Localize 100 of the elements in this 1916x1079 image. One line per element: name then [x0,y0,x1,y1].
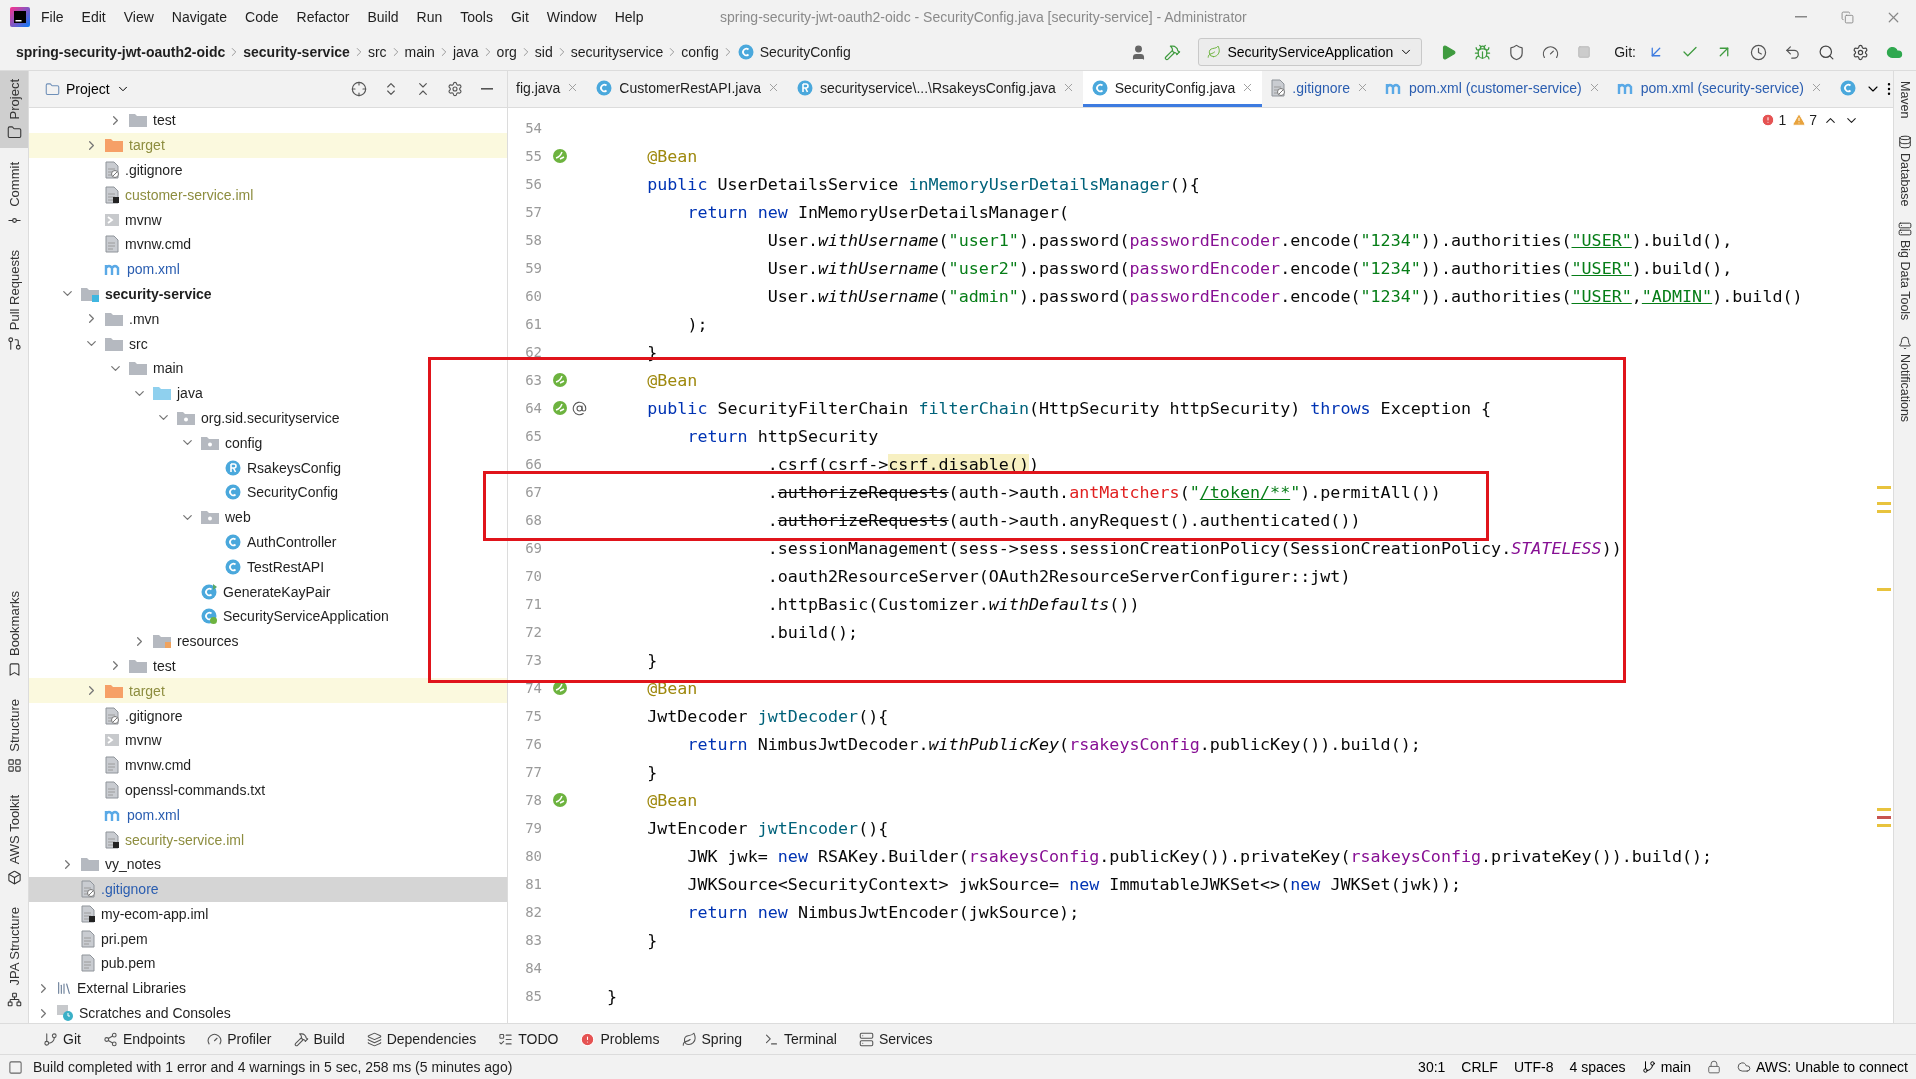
bean-icon[interactable] [552,400,568,416]
warning-marker[interactable] [1877,486,1891,489]
error-marker[interactable] [1877,816,1891,819]
tree-item[interactable]: mvnw.cmd [29,752,507,778]
editor-tab[interactable]: SecurityConfig.java [1082,71,1263,107]
tool-window-button[interactable]: Git [34,1031,90,1047]
tool-window-button[interactable]: Maven [1894,77,1916,123]
tool-window-button[interactable]: Problems [571,1031,669,1047]
status-item[interactable]: main [1641,1059,1691,1075]
tree-item[interactable]: .gitignore [29,876,507,902]
menu-item[interactable]: Refactor [289,5,357,29]
warning-marker[interactable] [1877,824,1891,827]
status-item[interactable]: UTF-8 [1513,1059,1554,1075]
breadcrumb-item[interactable]: src [365,42,389,62]
menu-item[interactable]: File [34,5,71,29]
tree-item[interactable]: .mvn [29,306,507,332]
breadcrumb-item[interactable]: security-service [241,42,352,62]
tree-item[interactable]: GenerateKayPair [29,579,507,604]
status-item[interactable]: CRLF [1461,1059,1498,1075]
tree-item[interactable]: test [29,653,507,679]
tool-window-button[interactable]: Profiler [198,1031,281,1047]
warning-marker[interactable] [1877,502,1891,505]
warning-count[interactable]: 7 [1792,112,1817,128]
breadcrumb-item[interactable]: spring-security-jwt-oauth2-oidc [14,42,228,62]
tree-item[interactable]: openssl-commands.txt [29,777,507,803]
bean-icon[interactable] [552,372,568,388]
tool-window-button[interactable]: Services [849,1031,942,1047]
tool-window-button[interactable]: Bookmarks [0,583,28,686]
tree-item[interactable]: pub.pem [29,951,507,976]
tool-window-button[interactable]: Commit [0,154,28,237]
tree-item[interactable]: Scratches and Consoles [29,1000,507,1023]
tree-item[interactable]: mvnw.cmd [29,232,507,257]
tree-item[interactable]: mvnw [29,207,507,232]
tool-window-button[interactable]: Notifications [1894,332,1916,427]
breadcrumb-item[interactable]: org [494,42,519,62]
tree-item[interactable]: pom.xml [29,256,507,282]
tool-window-button[interactable]: Project [0,71,28,149]
tool-window-button[interactable]: Endpoints [93,1031,195,1047]
project-view-dropdown[interactable]: Project [41,81,134,97]
tool-window-button[interactable]: Dependencies [357,1031,486,1047]
editor-tab[interactable]: securityservice\...\RsakeysConfig.java [787,71,1083,107]
menu-item[interactable]: Code [238,5,286,29]
tree-item[interactable]: pom.xml [29,802,507,828]
tool-window-button[interactable]: Big Data Tools [1894,218,1916,325]
tree-item[interactable]: pri.pem [29,926,507,952]
tree-item[interactable]: security-service [29,281,507,307]
error-count[interactable]: 1 [1761,112,1787,128]
breadcrumb-item[interactable]: securityservice [568,42,666,62]
tree-item[interactable]: .gitignore [29,157,507,183]
editor-tab[interactable]: .gitignore [1262,71,1377,107]
warning-marker[interactable] [1877,510,1891,513]
tree-item[interactable]: External Libraries [29,975,507,1001]
tree-item[interactable]: web [29,504,507,530]
menu-item[interactable]: Build [360,5,406,29]
tool-window-button[interactable]: JPA Structure [0,899,28,1015]
menu-item[interactable]: View [116,5,161,29]
tool-window-button[interactable]: Pull Requests [0,242,28,360]
tool-window-button[interactable]: Database [1894,130,1916,211]
breadcrumb-item[interactable]: main [402,42,437,62]
tree-item[interactable]: src [29,331,507,356]
breadcrumb-item[interactable]: java [450,42,481,62]
tool-window-button[interactable]: AWS Toolkit [0,787,28,894]
tree-item[interactable]: vy_notes [29,851,507,877]
editor-tab[interactable]: pom.xml (security-service) [1608,71,1831,107]
tree-item[interactable]: .gitignore [29,703,507,728]
tree-item[interactable]: resources [29,628,507,654]
tree-item[interactable]: TestRestAPI [29,554,507,580]
breadcrumb-item[interactable]: SecurityConfig [734,41,853,63]
tree-item[interactable]: org.sid.securityservice [29,405,507,431]
tool-window-button[interactable]: TODO [489,1031,568,1047]
tree-item[interactable]: customer-service.iml [29,182,507,208]
tree-item[interactable]: RsakeysConfig [29,455,507,480]
run-configuration-dropdown[interactable]: SecurityServiceApplication [1198,38,1423,66]
tool-window-button[interactable]: Spring [672,1031,751,1047]
warning-marker[interactable] [1877,588,1891,591]
tree-item[interactable]: SecurityConfig [29,479,507,505]
tree-item[interactable]: SecurityServiceApplication [29,603,507,629]
bean-icon[interactable] [552,148,568,164]
tree-item[interactable]: config [29,430,507,456]
tree-item[interactable]: mvnw [29,727,507,753]
tool-window-button[interactable]: Build [284,1031,354,1047]
tool-window-button[interactable]: Structure [0,691,28,782]
status-item[interactable]: 30:1 [1418,1059,1446,1075]
menu-item[interactable]: Navigate [164,5,235,29]
tree-item[interactable]: security-service.iml [29,827,507,852]
editor-tab[interactable]: CustomerRestAPI.java [587,71,788,107]
tree-item[interactable]: java [29,380,507,406]
menu-item[interactable]: Git [503,5,536,29]
menu-item[interactable]: Edit [74,5,113,29]
editor-tab[interactable]: pom.xml (customer-service) [1376,71,1609,107]
menu-item[interactable]: Window [539,5,604,29]
tool-window-button[interactable]: Terminal [755,1031,846,1047]
bean-icon[interactable] [552,680,568,696]
tree-item[interactable]: test [29,108,507,133]
breadcrumb-item[interactable]: config [679,42,721,62]
editor-tab[interactable]: fig.java [508,71,588,107]
menu-item[interactable]: Run [409,5,450,29]
warning-marker[interactable] [1877,808,1891,811]
tree-item[interactable]: AuthController [29,529,507,555]
tree-item[interactable]: my-ecom-app.iml [29,901,507,927]
